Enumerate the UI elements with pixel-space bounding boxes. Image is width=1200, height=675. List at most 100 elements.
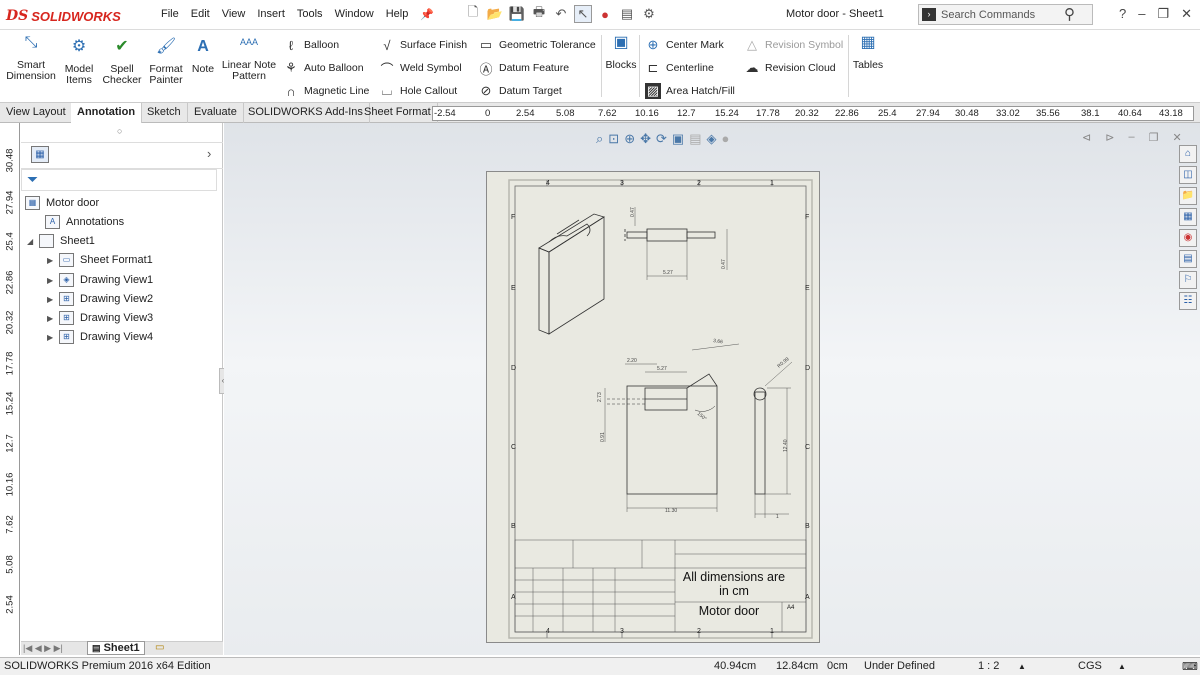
forum-icon[interactable]: ☷ <box>1179 292 1197 310</box>
expand-arrow-icon[interactable]: ▶ <box>47 314 59 323</box>
zoom-to-fit-icon[interactable]: ⌕ <box>596 131 603 147</box>
linear-note-pattern-button[interactable]: AAA Linear Note Pattern <box>221 37 277 82</box>
drawing-sheet[interactable]: 5.27 0.47 0.47 2.20 5.27 3.66 2.73 0.91 … <box>486 171 820 643</box>
zoom-in-out-icon[interactable]: ⊕ <box>624 131 635 147</box>
home-icon[interactable]: ⌂ <box>1179 145 1197 163</box>
tab-solidworks-add-ins[interactable]: SOLIDWORKS Add-Ins <box>242 103 370 123</box>
front-view[interactable] <box>604 343 740 512</box>
menu-insert[interactable]: Insert <box>251 8 291 21</box>
balloon-button[interactable]: ℓ Balloon <box>283 37 339 53</box>
revision-cloud-button[interactable]: ☁ Revision Cloud <box>744 60 836 76</box>
smart-dimension-button[interactable]: ⤡ Smart Dimension <box>4 35 58 82</box>
tree-item-annotations[interactable]: A Annotations <box>45 215 124 229</box>
maximize-icon[interactable]: ❐ <box>1157 6 1169 22</box>
expand-arrow-icon[interactable]: ▶ <box>47 276 59 285</box>
3d-content-central-icon[interactable]: ◫ <box>1179 166 1197 184</box>
sheet-scale[interactable]: 1 : 2 <box>978 660 999 672</box>
blocks-button[interactable]: ▣ Blocks <box>604 35 638 71</box>
minimize-icon[interactable]: – <box>1138 6 1145 22</box>
next-view-icon[interactable]: ⊳ <box>1105 131 1114 144</box>
search-icon[interactable]: ⚲ <box>1064 5 1075 23</box>
tree-item-drawing-view3[interactable]: ▶ ⊞ Drawing View3 <box>47 311 153 325</box>
menu-help[interactable]: Help <box>380 8 415 21</box>
menu-edit[interactable]: Edit <box>185 8 216 21</box>
tree-item-drawing-view4[interactable]: ▶ ⊞ Drawing View4 <box>47 330 153 344</box>
model-items-button[interactable]: ⚙ Model Items <box>60 39 98 86</box>
design-library-icon[interactable]: 📁 <box>1179 187 1197 205</box>
save-icon[interactable]: 💾 <box>508 5 526 23</box>
feature-manager-tab-icon[interactable]: ▦ <box>31 146 49 163</box>
print-icon[interactable]: 🖶 <box>530 4 548 23</box>
viewport-minimize-icon[interactable]: – <box>1128 131 1134 144</box>
magnetic-line-button[interactable]: ∩ Magnetic Line <box>283 83 369 99</box>
sheet-tab-sheet1[interactable]: ▤ Sheet1 <box>87 641 145 655</box>
open-icon[interactable]: 📂 <box>486 5 504 23</box>
surface-finish-button[interactable]: √ Surface Finish <box>379 37 467 53</box>
rotate-icon[interactable]: ⟳ <box>656 131 667 147</box>
sheet-nav-first-icon[interactable]: |◀ ◀ ▶ ▶| <box>23 643 63 654</box>
graphics-area[interactable]: ⌕ ⊡ ⊕ ✥ ⟳ ▣ ▤ ◈ ● ⊲ ⊳ – ❐ ✕ 5.27 0.47 0.… <box>224 123 1200 655</box>
select-icon[interactable]: ↖ <box>574 5 592 23</box>
hide-show-items-icon[interactable]: ◈ <box>707 131 717 147</box>
close-icon[interactable]: ✕ <box>1181 6 1192 22</box>
tree-item-drawing-view1[interactable]: ▶ ◈ Drawing View1 <box>47 273 153 287</box>
tab-annotation[interactable]: Annotation <box>71 103 143 123</box>
panel-grip-icon[interactable]: ○ <box>117 126 122 136</box>
pin-icon[interactable]: 📌 <box>414 8 440 21</box>
center-mark-button[interactable]: ⊕ Center Mark <box>645 37 724 53</box>
filter-icon[interactable]: ⏷ <box>27 171 38 188</box>
file-properties-icon[interactable]: ▤ <box>618 5 636 23</box>
hole-callout-button[interactable]: ⌴ Hole Callout <box>379 83 457 99</box>
tab-view-layout[interactable]: View Layout <box>0 103 73 123</box>
search-commands-input[interactable]: › Search Commands ⚲ <box>918 4 1093 25</box>
viewport-restore-icon[interactable]: ❐ <box>1149 131 1159 144</box>
tree-item-sheet1[interactable]: ◢ Sheet1 <box>27 234 95 248</box>
spell-checker-button[interactable]: ✔ Spell Checker <box>101 39 143 86</box>
format-painter-button[interactable]: 🖌 Format Painter <box>146 39 186 86</box>
tab-sketch[interactable]: Sketch <box>141 103 188 123</box>
tooltip-icon[interactable]: ⌨ <box>1182 660 1198 673</box>
collapse-arrow-icon[interactable]: ◢ <box>27 237 39 246</box>
menu-file[interactable]: File <box>155 8 185 21</box>
isometric-view[interactable] <box>538 213 605 335</box>
expand-arrow-icon[interactable]: ▶ <box>47 333 59 342</box>
expand-arrow-icon[interactable]: ▶ <box>47 256 59 265</box>
unit-system[interactable]: CGS <box>1078 660 1102 672</box>
datum-target-button[interactable]: ⊘ Datum Target <box>478 83 562 99</box>
tables-button[interactable]: ▦ Tables <box>852 35 884 71</box>
units-dropdown-icon[interactable]: ▲ <box>1118 662 1126 671</box>
pan-icon[interactable]: ✥ <box>640 131 651 147</box>
rebuild-icon[interactable]: ● <box>596 5 614 23</box>
menu-view[interactable]: View <box>216 8 252 21</box>
add-sheet-icon[interactable]: ▭ <box>155 642 164 653</box>
revision-symbol-button[interactable]: △ Revision Symbol <box>744 37 843 53</box>
area-hatch-fill-button[interactable]: ▨ Area Hatch/Fill <box>645 83 735 99</box>
tree-root[interactable]: ▦ Motor door <box>25 196 99 210</box>
tree-item-sheet-format1[interactable]: ▶ ▭ Sheet Format1 <box>47 253 153 267</box>
panel-expand-chevron-icon[interactable]: › <box>207 146 211 161</box>
top-view[interactable] <box>624 207 728 280</box>
note-button[interactable]: A Note <box>188 39 218 75</box>
section-view-icon[interactable]: ▤ <box>689 131 701 147</box>
tab-evaluate[interactable]: Evaluate <box>188 103 244 123</box>
appearances-icon[interactable]: ◉ <box>1179 229 1197 247</box>
datum-feature-button[interactable]: Ⓐ Datum Feature <box>478 60 569 77</box>
display-style-icon[interactable]: ● <box>722 131 730 147</box>
expand-arrow-icon[interactable]: ▶ <box>47 295 59 304</box>
custom-properties-icon[interactable]: ▤ <box>1179 250 1197 268</box>
view-palette-icon[interactable]: ▦ <box>1179 208 1197 226</box>
menu-window[interactable]: Window <box>329 8 380 21</box>
zoom-to-area-icon[interactable]: ⊡ <box>608 131 619 147</box>
auto-balloon-button[interactable]: ⚘ Auto Balloon <box>283 60 363 76</box>
weld-symbol-button[interactable]: ⌒ Weld Symbol <box>379 60 461 77</box>
tree-item-drawing-view2[interactable]: ▶ ⊞ Drawing View2 <box>47 292 153 306</box>
tab-sheet-format[interactable]: Sheet Format <box>358 103 438 123</box>
prev-view-icon[interactable]: ⊲ <box>1082 131 1091 144</box>
options-gear-icon[interactable]: ⚙ <box>640 5 658 23</box>
centerline-button[interactable]: ⊏ Centerline <box>645 60 714 76</box>
new-document-icon[interactable]: 🗋 <box>464 4 482 23</box>
scale-dropdown-icon[interactable]: ▲ <box>1018 662 1026 671</box>
menu-tools[interactable]: Tools <box>291 8 329 21</box>
tree-filter[interactable]: ⏷ <box>21 169 217 191</box>
geometric-tolerance-button[interactable]: ▭ Geometric Tolerance <box>478 37 596 53</box>
